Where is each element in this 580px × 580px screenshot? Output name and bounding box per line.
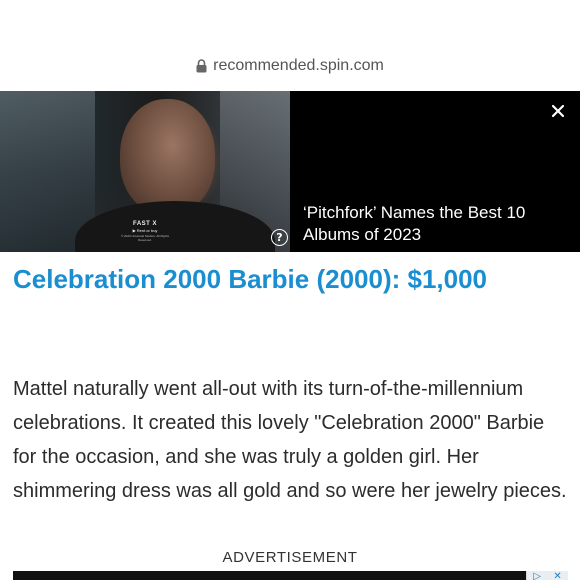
ad-banner[interactable] [13, 571, 568, 580]
help-icon[interactable]: ? [271, 229, 288, 246]
video-title[interactable]: ‘Pitchfork’ Names the Best 10 Albums of … [303, 202, 543, 246]
article-body: Mattel naturally went all-out with its t… [13, 378, 567, 502]
url-text: recommended.spin.com [213, 57, 384, 74]
caption-fine: © 2023 Universal Studios. All Rights Res… [120, 234, 170, 242]
actor-head [120, 99, 215, 214]
ad-choices-icon[interactable]: ▷ [533, 572, 541, 580]
ad-choices[interactable]: ▷ ✕ [526, 571, 568, 580]
caption-title: FAST X [132, 221, 157, 227]
url-bar[interactable]: recommended.spin.com [0, 55, 580, 77]
lock-icon [196, 59, 207, 73]
video-ad[interactable]: FAST X ▶ Rent or buy © 2023 Universal St… [0, 91, 580, 252]
ad-close-icon[interactable]: ✕ [553, 572, 561, 580]
article-heading: Celebration 2000 Barbie (2000): $1,000 [13, 264, 488, 294]
close-icon[interactable] [548, 101, 568, 121]
caption-sub: ▶ Rent or buy [132, 228, 158, 233]
ad-caption: FAST X ▶ Rent or buy © 2023 Universal St… [120, 221, 170, 242]
close-x-glyph [551, 104, 565, 118]
video-thumbnail[interactable]: FAST X ▶ Rent or buy © 2023 Universal St… [0, 91, 290, 252]
advertisement-label: ADVERTISEMENT [222, 549, 358, 566]
